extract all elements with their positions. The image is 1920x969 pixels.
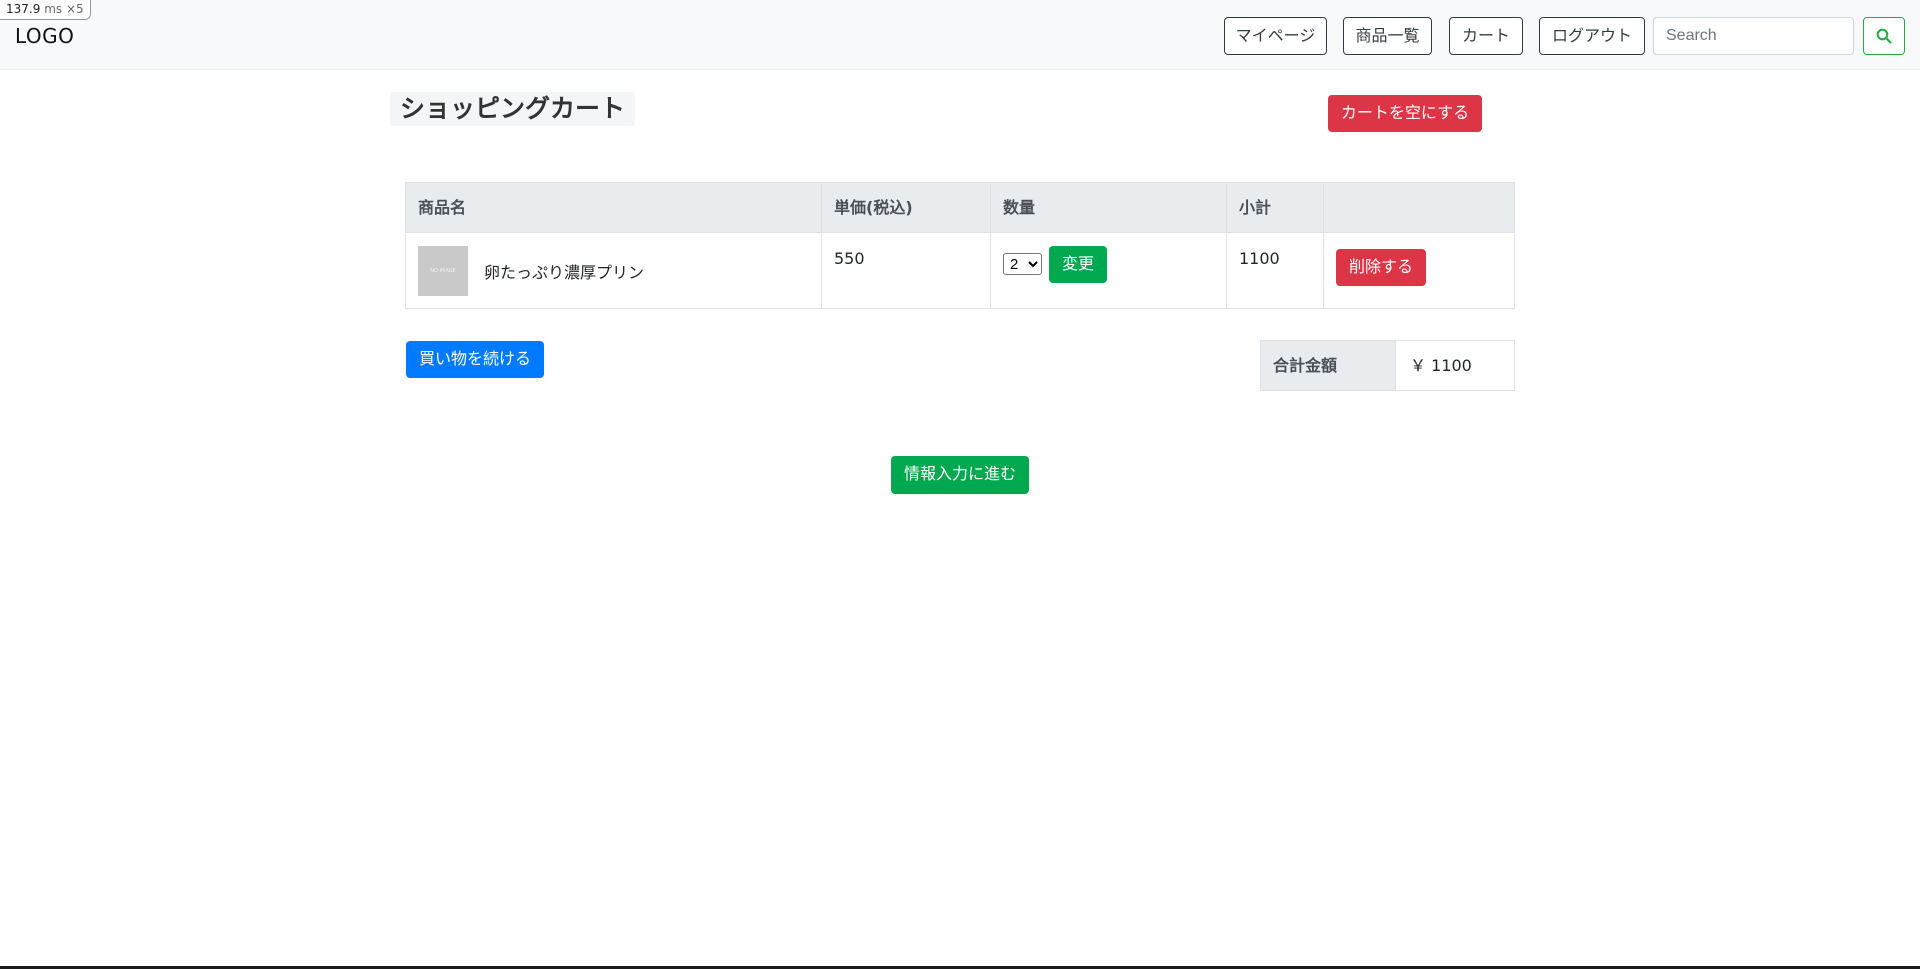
- nav-cart-button[interactable]: カート: [1449, 17, 1523, 55]
- header-quantity: 数量: [991, 183, 1227, 233]
- product-name[interactable]: 卵たっぷり濃厚プリン: [484, 259, 644, 283]
- unit-price: 550: [834, 249, 865, 268]
- subtotal-value: 1100: [1239, 249, 1280, 268]
- search-button[interactable]: [1863, 17, 1905, 55]
- nav-logout-button[interactable]: ログアウト: [1539, 17, 1645, 55]
- perf-multiplier: ×5: [65, 2, 84, 16]
- cell-actions: 削除する: [1324, 233, 1514, 308]
- perf-badge: 137.9 ms ×5: [0, 0, 91, 20]
- page-title: ショッピングカート: [390, 92, 636, 126]
- change-quantity-button[interactable]: 変更: [1049, 246, 1107, 283]
- search-icon: [1876, 28, 1892, 44]
- header-product-name: 商品名: [406, 183, 822, 233]
- brand-logo[interactable]: LOGO: [15, 24, 74, 48]
- header-unit-price: 単価(税込): [822, 183, 991, 233]
- header-subtotal: 小計: [1227, 183, 1324, 233]
- cell-product: NO IMAGE 卵たっぷり濃厚プリン: [406, 233, 822, 308]
- search-input[interactable]: [1653, 17, 1854, 55]
- table-header: 商品名 単価(税込) 数量 小計: [406, 183, 1514, 233]
- cell-subtotal: 1100: [1227, 233, 1324, 308]
- proceed-button[interactable]: 情報入力に進む: [891, 456, 1029, 494]
- cell-price: 550: [822, 233, 991, 308]
- total-table: 合計金額 ￥ 1100: [1260, 340, 1515, 391]
- delete-item-button[interactable]: 削除する: [1336, 249, 1426, 286]
- perf-value: 137.9: [6, 2, 41, 16]
- continue-shopping-button[interactable]: 買い物を続ける: [406, 341, 544, 378]
- cell-quantity: 2 変更: [991, 233, 1227, 308]
- perf-unit: ms: [44, 2, 63, 16]
- top-navbar: LOGO マイページ 商品一覧 カート ログアウト: [0, 0, 1920, 70]
- header-actions: [1324, 183, 1514, 233]
- empty-cart-button[interactable]: カートを空にする: [1328, 95, 1482, 132]
- product-thumbnail: NO IMAGE: [418, 246, 468, 296]
- quantity-select[interactable]: 2: [1003, 253, 1042, 275]
- nav-products-button[interactable]: 商品一覧: [1343, 17, 1432, 55]
- total-label: 合計金額: [1261, 341, 1396, 390]
- nav-mypage-button[interactable]: マイページ: [1224, 17, 1327, 55]
- total-value: ￥ 1100: [1410, 356, 1472, 375]
- cart-table: 商品名 単価(税込) 数量 小計 NO IMAGE 卵たっぷり濃厚プリン 550…: [405, 182, 1515, 309]
